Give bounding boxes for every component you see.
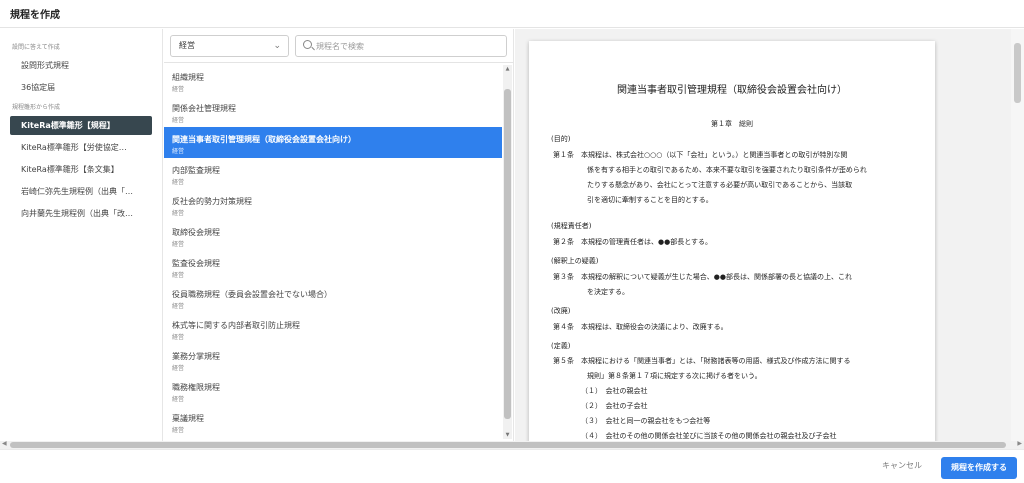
rule-category: 経営 — [172, 303, 185, 310]
article-heading: (規程責任者) — [551, 222, 592, 230]
rule-name: 組織規程 — [172, 73, 204, 82]
sidebar-section-label: 規程雛形から作成 — [12, 104, 61, 111]
create-rule-button[interactable]: 規程を作成する — [941, 457, 1017, 479]
rule-category: 経営 — [172, 365, 185, 372]
rule-name: 監査役会規程 — [172, 259, 220, 268]
document-line: 係を有する相手との取引であるため、本来不要な取引を強要されたり取引条件が歪められ — [587, 166, 867, 174]
preview-scrollbar[interactable] — [1011, 29, 1024, 441]
sidebar-item-kitera-rules[interactable]: KiteRa標準雛形【規程】 — [10, 116, 152, 135]
search-input[interactable] — [316, 39, 501, 53]
rule-category: 経営 — [172, 148, 185, 155]
document-line: （４） 会社のその他の関係会社並びに当該その他の関係会社の親会社及び子会社 — [581, 432, 837, 440]
rule-list-item[interactable]: 業務分掌規程 経営 — [164, 344, 502, 375]
document-line: たりする懸念があり、会社にとって注意する必要が高い取引であることから、当該取 — [587, 181, 853, 189]
cancel-button[interactable]: キャンセル — [882, 460, 922, 471]
document-preview: 関連当事者取引管理規程（取締役会設置会社向け） 第１章 総則 (目的) 第１条 本… — [515, 29, 1024, 441]
divider — [164, 62, 514, 63]
rule-list-item[interactable]: 役員職務規程（委員会設置会社でない場合） 経営 — [164, 282, 502, 313]
scrollbar-thumb[interactable] — [504, 89, 511, 419]
sidebar-section-label: 設問に答えて作成 — [12, 44, 60, 51]
document-line: 第５条 本規程における「関連当事者」とは、「財務諸表等の用語、様式及び作成方法に… — [553, 357, 851, 365]
document-line: （１） 会社の親会社 — [581, 387, 648, 395]
rule-list-scrollbar[interactable]: ▲ ▼ — [503, 65, 512, 439]
rule-list-panel: 経営 ⌄ 組織規程経営関係会社管理規程経営関連当事者取引管理規程（取締役会設置会… — [164, 29, 514, 441]
scroll-right-arrow-icon[interactable]: ▶ — [1017, 440, 1022, 447]
sidebar-item-36-agreement[interactable]: 36協定届 — [10, 78, 152, 97]
document-page: 関連当事者取引管理規程（取締役会設置会社向け） 第１章 総則 (目的) 第１条 本… — [529, 41, 935, 441]
rule-category: 経営 — [172, 117, 185, 124]
sidebar: 設問に答えて作成 設問形式規程 36協定届 規程雛形から作成 KiteRa標準雛… — [0, 29, 163, 441]
document-line: 第２条 本規程の管理責任者は、●●部長とする。 — [553, 238, 713, 246]
category-select[interactable]: 経営 ⌄ — [170, 35, 289, 57]
document-line: 規則」第８条第１７項に規定する次に掲げる者をいう。 — [587, 372, 762, 380]
rule-list-item[interactable]: 監査役会規程 経営 — [164, 251, 502, 282]
rule-category: 経営 — [172, 210, 185, 217]
dialog-header: 規程を作成 — [0, 0, 1024, 28]
document-line: 第１条 本規程は、株式会社○○○（以下「会社」という。）と関連当事者との取引が特… — [553, 151, 848, 159]
scrollbar-thumb[interactable] — [1014, 43, 1021, 103]
rule-list-item[interactable]: 職務権限規程 経営 — [164, 375, 502, 406]
rule-name: 業務分掌規程 — [172, 352, 220, 361]
scrollbar-thumb[interactable] — [10, 442, 1006, 448]
rule-list-item[interactable]: 組織規程 経営 — [164, 65, 502, 96]
rule-category: 経営 — [172, 86, 185, 93]
rule-list-item[interactable]: 関係会社管理規程 経営 — [164, 96, 502, 127]
document-title: 関連当事者取引管理規程（取締役会設置会社向け） — [617, 85, 847, 96]
scroll-down-arrow-icon[interactable]: ▼ — [503, 432, 512, 438]
sidebar-item-iwasaki-examples[interactable]: 岩崎仁弥先生規程例（出典「… — [10, 182, 152, 201]
rule-category: 経営 — [172, 334, 185, 341]
scroll-left-arrow-icon[interactable]: ◀ — [2, 440, 7, 447]
article-heading: (改廃) — [551, 307, 571, 315]
search-icon — [303, 40, 312, 49]
article-heading: (目的) — [551, 135, 571, 143]
sidebar-item-mukai-examples[interactable]: 向井蘭先生規程例（出典「改… — [10, 204, 152, 223]
article-heading: (定義) — [551, 342, 571, 350]
document-line: を決定する。 — [587, 288, 629, 296]
document-chapter: 第１章 総則 — [711, 120, 753, 128]
category-select-value: 経営 — [179, 41, 195, 50]
rule-list-item[interactable]: 株式等に関する内部者取引防止規程 経営 — [164, 313, 502, 344]
rule-category: 経営 — [172, 427, 185, 434]
rule-name: 関係会社管理規程 — [172, 104, 236, 113]
rule-name: 株式等に関する内部者取引防止規程 — [172, 321, 300, 330]
rule-name: 反社会的勢力対策規程 — [172, 197, 252, 206]
sidebar-item-question-format[interactable]: 設問形式規程 — [10, 56, 152, 75]
rule-list-item[interactable]: 取締役会規程 経営 — [164, 220, 502, 251]
article-heading: (解釈上の疑義) — [551, 257, 599, 265]
rule-category: 経営 — [172, 179, 185, 186]
scroll-up-arrow-icon[interactable]: ▲ — [503, 66, 512, 72]
document-line: 第３条 本規程の解釈について疑義が生じた場合、●●部長は、関係部署の長と協議の上… — [553, 273, 853, 281]
rule-list-item[interactable]: 内部監査規程 経営 — [164, 158, 502, 189]
rule-category: 経営 — [172, 272, 185, 279]
rule-list-item[interactable]: 反社会的勢力対策規程 経営 — [164, 189, 502, 220]
document-line: （２） 会社の子会社 — [581, 402, 648, 410]
rule-list: 組織規程 経営 関係会社管理規程 経営 関連当事者取引管理規程（取締役会設置会社向け）経… — [164, 65, 502, 439]
dialog-footer: キャンセル 規程を作成する — [0, 449, 1024, 483]
dialog-title: 規程を作成 — [10, 10, 60, 21]
chevron-down-icon: ⌄ — [273, 41, 281, 51]
rule-name: 役員職務規程（委員会設置会社でない場合） — [172, 290, 332, 299]
rule-category: 経営 — [172, 396, 185, 403]
rule-name: 内部監査規程 — [172, 166, 220, 175]
horizontal-scrollbar[interactable]: ◀ ▶ — [0, 440, 1024, 449]
rule-list-item[interactable]: 稟議規程 経営 — [164, 406, 502, 437]
document-line: （３） 会社と同一の親会社をもつ会社等 — [581, 417, 711, 425]
rule-category: 経営 — [172, 241, 185, 248]
rule-name: 取締役会規程 — [172, 228, 220, 237]
rule-list-item[interactable]: 関連当事者取引管理規程（取締役会設置会社向け） 経営 — [164, 127, 502, 158]
rule-name: 関連当事者取引管理規程（取締役会設置会社向け） — [172, 135, 356, 144]
document-line: 第４条 本規程は、取締役会の決議により、改廃する。 — [553, 323, 728, 331]
document-line: 引を適切に牽制することを目的とする。 — [587, 196, 713, 204]
sidebar-item-kitera-clauses[interactable]: KiteRa標準雛形【条文集】 — [10, 160, 152, 179]
rule-name: 職務権限規程 — [172, 383, 220, 392]
sidebar-item-kitera-labor-agreements[interactable]: KiteRa標準雛形【労使協定… — [10, 138, 152, 157]
search-box — [295, 35, 507, 57]
rule-name: 稟議規程 — [172, 414, 204, 423]
